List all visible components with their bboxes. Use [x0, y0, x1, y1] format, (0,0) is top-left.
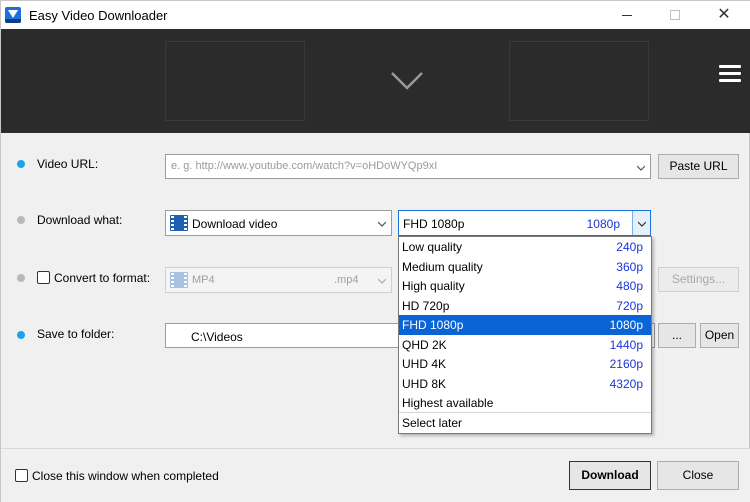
option-resolution: 480p — [616, 279, 643, 293]
format-extension: .mp4 — [334, 274, 359, 286]
paste-url-button[interactable]: Paste URL — [658, 154, 739, 179]
settings-button[interactable]: Settings... — [658, 267, 739, 292]
format-select[interactable]: MP4 .mp4 — [165, 267, 392, 293]
quality-option[interactable]: UHD 8K 4320p — [399, 374, 651, 394]
app-logo-icon — [5, 7, 21, 23]
quality-option[interactable]: High quality 480p — [399, 276, 651, 296]
save-folder-value: C:\Videos — [191, 330, 243, 344]
format-value: MP4 — [192, 274, 215, 286]
title-bar[interactable]: Easy Video Downloader ✕ — [1, 1, 750, 29]
minimize-icon — [622, 15, 632, 16]
chevron-down-icon[interactable] — [637, 164, 645, 172]
thumbnail-placeholder-right — [509, 41, 649, 121]
option-name: Select later — [402, 416, 463, 430]
option-resolution: 1080p — [609, 318, 643, 332]
option-resolution: 4320p — [609, 376, 643, 391]
option-name: High quality — [402, 279, 465, 293]
download-button[interactable]: Download — [569, 461, 651, 490]
option-resolution: 2160p — [609, 357, 643, 371]
film-icon — [170, 215, 188, 231]
status-dot-download — [17, 216, 25, 224]
expand-chevron-icon[interactable] — [389, 63, 425, 99]
save-folder-label: Save to folder: — [37, 327, 115, 341]
preview-banner — [1, 29, 750, 133]
option-name: Low quality — [402, 240, 463, 254]
window-title: Easy Video Downloader — [29, 8, 168, 23]
open-folder-button[interactable]: Open — [700, 323, 739, 348]
status-dot-url — [17, 160, 25, 168]
quality-option[interactable]: UHD 4K 2160p — [399, 354, 651, 374]
quality-option[interactable]: HD 720p 720p — [399, 296, 651, 316]
quality-dropdown-button[interactable] — [632, 211, 650, 235]
quality-option-selected[interactable]: FHD 1080p 1080p — [399, 315, 651, 335]
option-resolution: 240p — [616, 240, 643, 254]
maximize-icon — [670, 10, 680, 20]
chevron-down-icon[interactable] — [378, 277, 386, 285]
chevron-down-icon[interactable] — [378, 220, 386, 228]
chevron-down-icon — [638, 221, 646, 227]
close-button[interactable]: Close — [657, 461, 739, 490]
quality-option[interactable]: QHD 2K 1440p — [399, 335, 651, 355]
quality-option[interactable]: Highest available — [399, 393, 651, 413]
download-type-value: Download video — [192, 217, 278, 231]
quality-value: FHD 1080p — [403, 217, 465, 231]
option-name: QHD 2K — [402, 337, 447, 352]
film-icon — [170, 272, 188, 288]
quality-option[interactable]: Select later — [399, 413, 651, 433]
video-url-label: Video URL: — [37, 157, 99, 171]
thumbnail-placeholder-left — [165, 41, 305, 121]
close-when-completed-label: Close this window when completed — [32, 469, 219, 483]
app-window: Easy Video Downloader ✕ Video URL: e. g.… — [0, 0, 750, 502]
status-dot-folder — [17, 331, 25, 339]
quality-option[interactable]: Low quality 240p — [399, 237, 651, 257]
quality-dropdown-list: Low quality 240p Medium quality 360p High … — [398, 236, 652, 434]
option-resolution: 360p — [616, 259, 643, 274]
close-window-button[interactable]: ✕ — [701, 1, 747, 29]
option-name: Medium quality — [402, 259, 483, 274]
maximize-button[interactable] — [652, 1, 698, 29]
browse-folder-button[interactable]: ... — [658, 323, 696, 348]
option-name: UHD 8K — [402, 376, 447, 391]
close-when-completed-checkbox[interactable] — [15, 469, 28, 482]
footer-bar: Close this window when completed Downloa… — [1, 448, 750, 502]
quality-resolution: 1080p — [586, 217, 620, 231]
convert-label: Convert to format: — [54, 271, 151, 285]
option-name: HD 720p — [402, 298, 450, 313]
quality-select[interactable]: FHD 1080p 1080p — [398, 210, 651, 236]
status-dot-convert — [17, 274, 25, 282]
video-url-placeholder: e. g. http://www.youtube.com/watch?v=oHD… — [171, 160, 438, 172]
option-resolution: 720p — [616, 298, 643, 313]
download-what-label: Download what: — [37, 213, 123, 227]
option-name: Highest available — [402, 396, 494, 410]
convert-checkbox[interactable] — [37, 271, 50, 284]
minimize-button[interactable] — [604, 1, 650, 29]
option-name: UHD 4K — [402, 357, 447, 371]
download-type-select[interactable]: Download video — [165, 210, 392, 236]
option-resolution: 1440p — [609, 337, 643, 352]
option-name: FHD 1080p — [402, 318, 464, 332]
quality-option[interactable]: Medium quality 360p — [399, 257, 651, 277]
menu-icon[interactable] — [719, 65, 741, 83]
video-url-input[interactable]: e. g. http://www.youtube.com/watch?v=oHD… — [165, 154, 651, 179]
